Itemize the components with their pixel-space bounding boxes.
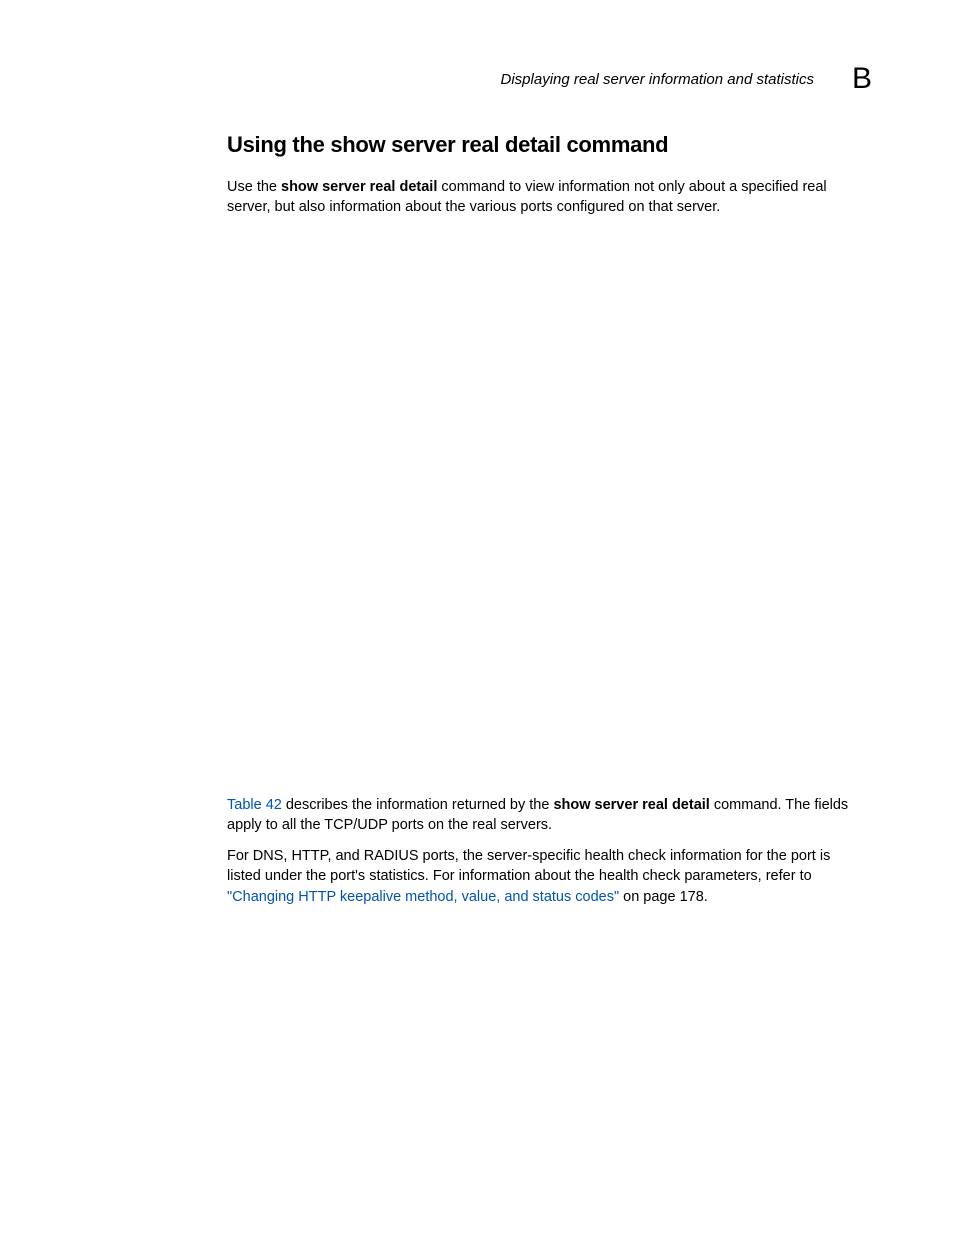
paragraph-2: Table 42 describes the information retur… (227, 795, 867, 836)
text: Use the (227, 179, 281, 195)
running-title: Displaying real server information and s… (501, 71, 814, 88)
table-crossref-link[interactable]: Table 42 (227, 797, 282, 813)
paragraph-3: For DNS, HTTP, and RADIUS ports, the ser… (227, 846, 867, 907)
paragraph-1: Use the show server real detail command … (227, 177, 867, 218)
text: on page 178. (619, 889, 708, 905)
command-name: show server real detail (281, 179, 437, 195)
command-name: show server real detail (553, 797, 709, 813)
page: Displaying real server information and s… (0, 0, 954, 1235)
text: For DNS, HTTP, and RADIUS ports, the ser… (227, 848, 830, 884)
section-heading: Using the show server real detail comman… (227, 132, 867, 158)
text: describes the information returned by th… (282, 797, 554, 813)
section-crossref-link[interactable]: Changing HTTP keepalive method, value, a… (232, 889, 614, 905)
appendix-letter: B (852, 62, 872, 96)
page-header: Displaying real server information and s… (0, 62, 954, 96)
